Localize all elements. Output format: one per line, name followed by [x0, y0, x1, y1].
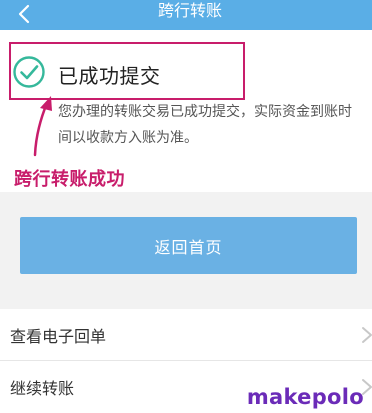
arrival-notice: 您办理的转账交易已成功提交，实际资金到账时间以收款方入账为准。 [58, 104, 352, 146]
chevron-right-icon [362, 327, 372, 343]
annotation-label: 跨行转账成功 [14, 169, 125, 190]
menu-item-label: 继续转账 [10, 379, 75, 398]
annotation-highlight-box [9, 42, 245, 100]
watermark: makepolo [246, 385, 364, 409]
menu-item-label: 查看电子回单 [10, 326, 107, 346]
menu-item-view-receipt[interactable]: 查看电子回单 [0, 309, 372, 361]
page-title: 跨行转账 [157, 1, 222, 20]
return-home-button[interactable]: 返回首页 [20, 217, 357, 274]
top-navigation-bar: 跨行转账 [0, 0, 372, 30]
